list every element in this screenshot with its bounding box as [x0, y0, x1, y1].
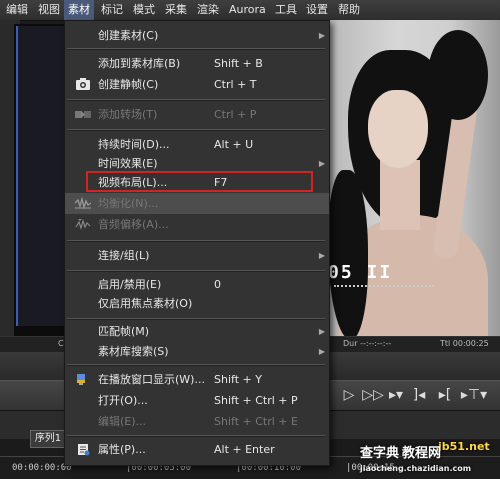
watermark-text-2: 教程网 [402, 446, 442, 461]
menu-item-match-frame[interactable]: 匹配帧(M) ▶ [65, 321, 329, 342]
menu-item-audio-offset[interactable]: 音频偏移(A)... [65, 214, 329, 235]
submenu-arrow-icon: ▶ [318, 31, 325, 40]
menu-clip[interactable]: 素材 [64, 0, 94, 20]
menu-item-shortcut: Shift + Ctrl + E [214, 415, 298, 428]
menu-item-label: 启用/禁用(E) [98, 278, 162, 291]
watermark: 查字典 jb51.net 教程网 jiaocheng.chazidian.com [360, 440, 500, 478]
menu-item-show-in-player[interactable]: 在播放窗口显示(W)... Shift + Y [65, 369, 329, 390]
menu-aurora[interactable]: Aurora [225, 0, 270, 20]
tab-sequence-1[interactable]: 序列1 [30, 430, 66, 448]
menu-item-shortcut: 0 [214, 278, 221, 291]
menu-help[interactable]: 帮助 [334, 0, 364, 20]
audio-offset-icon [75, 218, 91, 231]
menu-separator [67, 99, 325, 101]
menu-item-shortcut: Ctrl + P [214, 108, 257, 121]
mark-out-icon[interactable]: ▸[ [434, 385, 456, 405]
menu-render[interactable]: 渲染 [193, 0, 223, 20]
menu-bar: 编辑 视图 素材 标记 模式 采集 渲染 Aurora 工具 设置 帮助 [0, 0, 500, 21]
menu-item-label: 匹配帧(M) [98, 325, 150, 338]
menu-item-label: 添加到素材库(B) [98, 57, 181, 70]
menu-settings[interactable]: 设置 [302, 0, 332, 20]
status-duration: Dur --:--:--:-- [343, 339, 392, 348]
watermark-site: jb51.net [438, 440, 490, 453]
menu-item-open[interactable]: 打开(O)... Shift + Ctrl + P [65, 390, 329, 411]
menu-item-label: 编辑(E)... [98, 415, 147, 428]
menu-item-label: 音频偏移(A)... [98, 218, 169, 231]
highlight-box [86, 171, 313, 192]
menu-item-shortcut: Ctrl + T [214, 78, 257, 91]
menu-mode[interactable]: 模式 [129, 0, 159, 20]
play-dropdown-icon[interactable]: ▸▾ [386, 385, 406, 405]
menu-separator [67, 129, 325, 131]
submenu-arrow-icon: ▶ [318, 251, 325, 260]
fast-forward-icon[interactable]: ▷▷ [362, 385, 384, 405]
menu-item-label: 属性(P)... [98, 443, 146, 456]
menu-item-duration[interactable]: 持续时间(D)... Alt + U [65, 134, 329, 155]
menu-item-properties[interactable]: 属性(P)... Alt + Enter [65, 439, 329, 460]
menu-separator [67, 364, 325, 366]
menu-item-label: 仅启用焦点素材(O) [98, 297, 193, 310]
menu-view[interactable]: 视图 [34, 0, 64, 20]
menu-tools[interactable]: 工具 [271, 0, 301, 20]
watermark-url: jiaocheng.chazidian.com [360, 464, 472, 473]
menu-item-shortcut: Shift + Y [214, 373, 262, 386]
submenu-arrow-icon: ▶ [318, 159, 325, 168]
menu-item-label: 添加转场(T) [98, 108, 158, 121]
preview-timecode: 05 II [328, 262, 393, 283]
clip-dropdown-menu: 创建素材(C) ▶ 添加到素材库(B) Shift + B 创建静帧(C) Ct… [64, 20, 330, 466]
trim-icon[interactable]: ▸⊤▾ [460, 385, 488, 405]
menu-item-label: 素材库搜索(S) [98, 345, 169, 358]
menu-capture[interactable]: 采集 [161, 0, 191, 20]
menu-item-shortcut: Alt + Enter [214, 443, 275, 456]
menu-item-shortcut: Alt + U [214, 138, 254, 151]
transition-icon [75, 111, 91, 118]
menu-separator [67, 270, 325, 272]
menu-separator [67, 318, 325, 320]
menu-item-create-still[interactable]: 创建静帧(C) Ctrl + T [65, 74, 329, 95]
timecode-progress [334, 285, 434, 291]
menu-item-add-transition[interactable]: 添加转场(T) Ctrl + P [65, 104, 329, 125]
menu-edit[interactable]: 编辑 [2, 0, 32, 20]
menu-item-bin-search[interactable]: 素材库搜索(S) ▶ [65, 341, 329, 362]
menu-item-label: 持续时间(D)... [98, 138, 170, 151]
menu-item-shortcut: Shift + Ctrl + P [214, 394, 298, 407]
menu-item-enable-focus-only[interactable]: 仅启用焦点素材(O) [65, 293, 329, 314]
menu-item-shortcut: Shift + B [214, 57, 263, 70]
menu-item-label: 均衡化(N)... [98, 197, 159, 210]
menu-item-link-group[interactable]: 连接/组(L) ▶ [65, 245, 329, 266]
menu-item-label: 创建静帧(C) [98, 78, 159, 91]
menu-separator [67, 48, 325, 50]
waveform-icon [75, 197, 91, 210]
watermark-text: 查字典 [360, 446, 400, 461]
menu-item-label: 创建素材(C) [98, 29, 159, 42]
menu-separator [67, 240, 325, 242]
status-left: C [58, 339, 64, 348]
menu-item-add-to-bin[interactable]: 添加到素材库(B) Shift + B [65, 53, 329, 74]
player-window-icon [77, 374, 85, 385]
menu-item-label: 连接/组(L) [98, 249, 150, 262]
camera-icon [76, 78, 90, 90]
menu-item-label: 打开(O)... [98, 394, 148, 407]
menu-item-create-clip[interactable]: 创建素材(C) ▶ [65, 25, 329, 46]
submenu-arrow-icon: ▶ [318, 347, 325, 356]
menu-item-edit[interactable]: 编辑(E)... Shift + Ctrl + E [65, 411, 329, 432]
menu-item-normalize[interactable]: 均衡化(N)... [65, 193, 329, 214]
menu-separator [67, 435, 325, 437]
submenu-arrow-icon: ▶ [318, 327, 325, 336]
mark-in-icon[interactable]: ]◂ [408, 385, 430, 405]
status-total: Ttl 00:00:25 [440, 339, 489, 348]
menu-item-enable-disable[interactable]: 启用/禁用(E) 0 [65, 274, 329, 295]
properties-icon [78, 444, 90, 456]
menu-item-label: 在播放窗口显示(W)... [98, 373, 205, 386]
step-forward-icon[interactable]: ▷ [340, 385, 358, 405]
ruler-mark: 00:00:00:00 [12, 463, 72, 473]
menu-marker[interactable]: 标记 [97, 0, 127, 20]
